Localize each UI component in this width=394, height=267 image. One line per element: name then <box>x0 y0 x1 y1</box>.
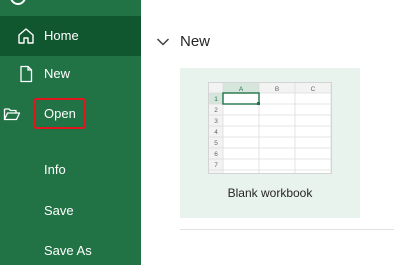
fill-handle <box>257 102 260 105</box>
row-header-label: 6 <box>214 151 218 158</box>
new-document-icon <box>17 65 35 83</box>
back-arrow-icon[interactable] <box>10 0 26 5</box>
column-header-label: C <box>311 86 316 93</box>
open-folder-icon <box>3 105 21 123</box>
blank-workbook-thumbnail: A B C 1 2 3 4 5 6 7 <box>208 82 332 174</box>
row-header-label: 7 <box>214 162 218 169</box>
open-highlight-box <box>34 98 85 129</box>
sidebar-item-label: Home <box>44 28 79 43</box>
row-header-label: 3 <box>214 118 218 125</box>
divider <box>180 229 394 230</box>
sidebar-item-label: Save <box>44 203 74 218</box>
row-header-label: 1 <box>214 96 218 103</box>
column-header-label: A <box>239 86 244 93</box>
sidebar-item-save[interactable]: Save <box>0 195 141 227</box>
home-icon <box>17 27 35 45</box>
row-header-label: 4 <box>214 129 218 136</box>
column-header-label: B <box>275 86 279 93</box>
template-label: Blank workbook <box>227 186 313 200</box>
sidebar-item-label: Info <box>44 162 66 177</box>
sidebar-item-info[interactable]: Info <box>0 154 141 186</box>
sidebar-item-new[interactable]: New <box>0 58 141 90</box>
row-header-label: 2 <box>214 107 218 114</box>
row-header-label: 5 <box>214 140 218 147</box>
sidebar-item-label: Save As <box>44 243 92 258</box>
section-title: New <box>180 33 211 50</box>
sidebar-item-save-as[interactable]: Save As <box>0 235 141 267</box>
sidebar-item-home[interactable]: Home <box>0 20 141 52</box>
sidebar-item-label: New <box>44 66 71 81</box>
spreadsheet-grid: A B C 1 2 3 4 5 6 7 <box>209 83 332 173</box>
blank-workbook-tile[interactable]: A B C 1 2 3 4 5 6 7 Blank workbook <box>180 68 360 218</box>
chevron-down-icon[interactable] <box>156 34 170 46</box>
backstage-sidebar: Home New Open Info Save Save As <box>0 0 141 265</box>
active-cell <box>222 92 260 105</box>
